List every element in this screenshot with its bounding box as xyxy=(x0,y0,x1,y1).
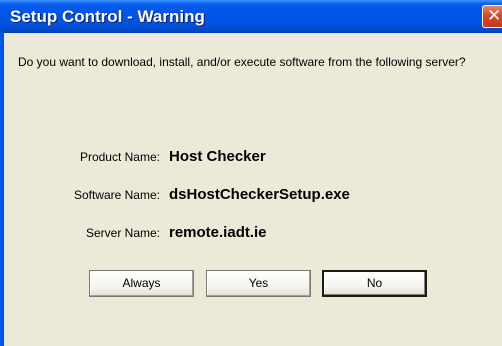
software-name-value: dsHostCheckerSetup.exe xyxy=(169,186,350,203)
software-name-label: Software Name: xyxy=(73,188,160,202)
close-button[interactable]: ✕ xyxy=(482,5,502,28)
no-button[interactable]: No xyxy=(322,270,427,297)
server-name-label: Server Name: xyxy=(85,226,160,240)
product-name-label: Product Name: xyxy=(79,150,160,164)
product-name-value: Host Checker xyxy=(169,148,266,165)
title-bar[interactable]: Setup Control - Warning ✕ xyxy=(0,0,502,33)
dialog-window: Setup Control - Warning ✕ Do you want to… xyxy=(0,0,502,346)
server-name-value: remote.iadt.ie xyxy=(169,224,267,241)
window-title: Setup Control - Warning xyxy=(10,7,205,26)
always-button[interactable]: Always xyxy=(89,270,194,297)
close-icon: ✕ xyxy=(487,6,502,26)
yes-button[interactable]: Yes xyxy=(206,270,311,297)
download-question: Do you want to download, install, and/or… xyxy=(18,55,466,69)
